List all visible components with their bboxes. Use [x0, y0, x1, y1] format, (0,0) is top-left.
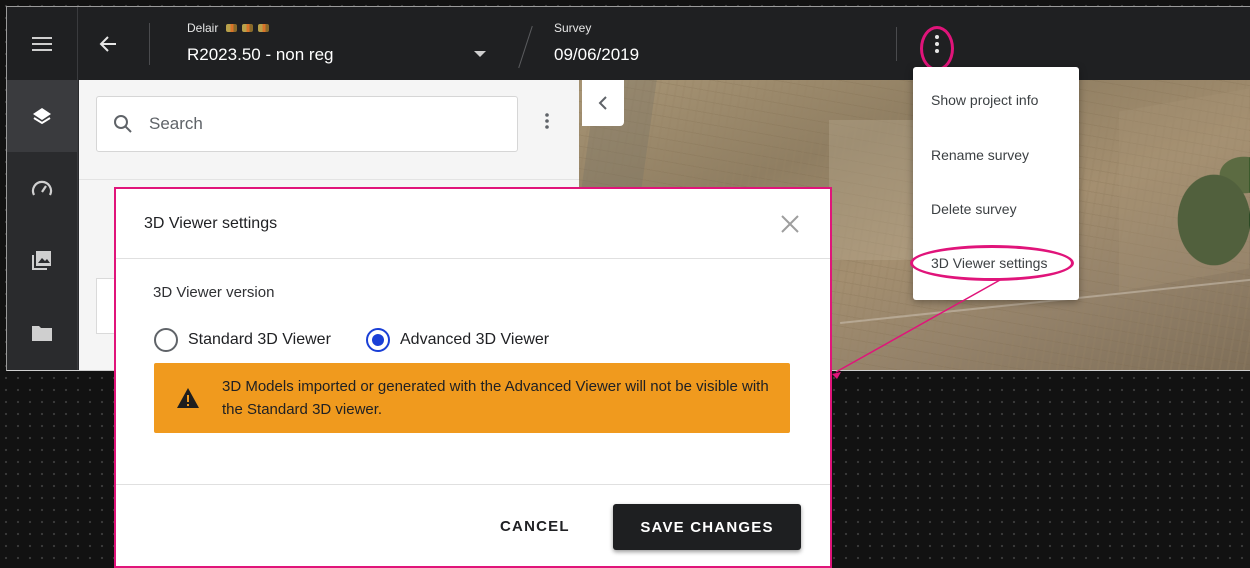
project-label-text: Delair	[187, 21, 219, 35]
search-placeholder: Search	[149, 114, 203, 133]
sidebar-item-dashboard[interactable]	[7, 152, 77, 224]
layers-icon	[33, 108, 51, 125]
search-icon	[114, 115, 132, 133]
sidebar	[7, 80, 78, 370]
menu-item-delete-survey[interactable]: Delete survey	[931, 201, 1017, 217]
radio-unchecked-icon[interactable]	[154, 328, 178, 352]
annotation-circle	[920, 26, 954, 71]
close-icon[interactable]	[779, 213, 801, 235]
image-gallery-icon	[32, 251, 51, 270]
panel-more-button[interactable]	[544, 112, 550, 135]
warning-text: 3D Models imported or generated with the…	[222, 378, 769, 418]
radio-standard-viewer[interactable]: Standard 3D Viewer	[154, 328, 331, 352]
radio-label: Standard 3D Viewer	[188, 331, 331, 348]
collapse-panel-button[interactable]	[582, 80, 624, 126]
more-vert-icon	[545, 113, 549, 129]
drone-icons	[226, 24, 270, 32]
viewer-version-label: 3D Viewer version	[153, 284, 275, 301]
project-label: Delair	[187, 21, 270, 35]
speedometer-icon	[31, 180, 53, 196]
warning-icon	[177, 388, 199, 408]
search-input[interactable]: Search	[96, 96, 518, 152]
menu-item-show-project-info[interactable]: Show project info	[931, 92, 1038, 108]
dialog-title: 3D Viewer settings	[144, 215, 278, 232]
annotation-circle	[910, 245, 1074, 281]
caret-down-icon[interactable]	[474, 51, 486, 57]
warning-banner: 3D Models imported or generated with the…	[154, 363, 790, 433]
chevron-left-icon	[598, 96, 607, 110]
radio-label: Advanced 3D Viewer	[400, 331, 550, 348]
save-changes-button[interactable]: SAVE CHANGES	[613, 504, 801, 550]
project-selector[interactable]: R2023.50 - non reg	[187, 45, 334, 65]
divider	[896, 27, 897, 61]
menu-button[interactable]	[7, 7, 78, 80]
survey-label: Survey	[554, 21, 592, 35]
hamburger-icon	[32, 36, 52, 51]
map-field	[1119, 88, 1249, 292]
radio-checked-icon[interactable]	[366, 328, 390, 352]
sidebar-item-layers[interactable]	[7, 80, 77, 152]
menu-item-rename-survey[interactable]: Rename survey	[931, 147, 1029, 163]
map-field	[829, 120, 919, 260]
radio-advanced-viewer[interactable]: Advanced 3D Viewer	[366, 328, 549, 352]
dialog-divider	[116, 258, 830, 259]
divider	[518, 25, 533, 69]
folder-icon	[32, 325, 52, 341]
survey-date[interactable]: 09/06/2019	[554, 45, 639, 65]
sidebar-item-gallery[interactable]	[7, 224, 77, 296]
dialog-divider	[116, 484, 830, 485]
cancel-button[interactable]: CANCEL	[500, 518, 570, 535]
panel-divider	[79, 179, 579, 180]
back-button[interactable]	[95, 31, 121, 57]
arrow-left-icon	[99, 36, 116, 52]
viewer-settings-dialog: 3D Viewer settings 3D Viewer version Sta…	[114, 187, 832, 568]
sidebar-item-files[interactable]	[7, 296, 77, 368]
divider	[149, 23, 150, 65]
